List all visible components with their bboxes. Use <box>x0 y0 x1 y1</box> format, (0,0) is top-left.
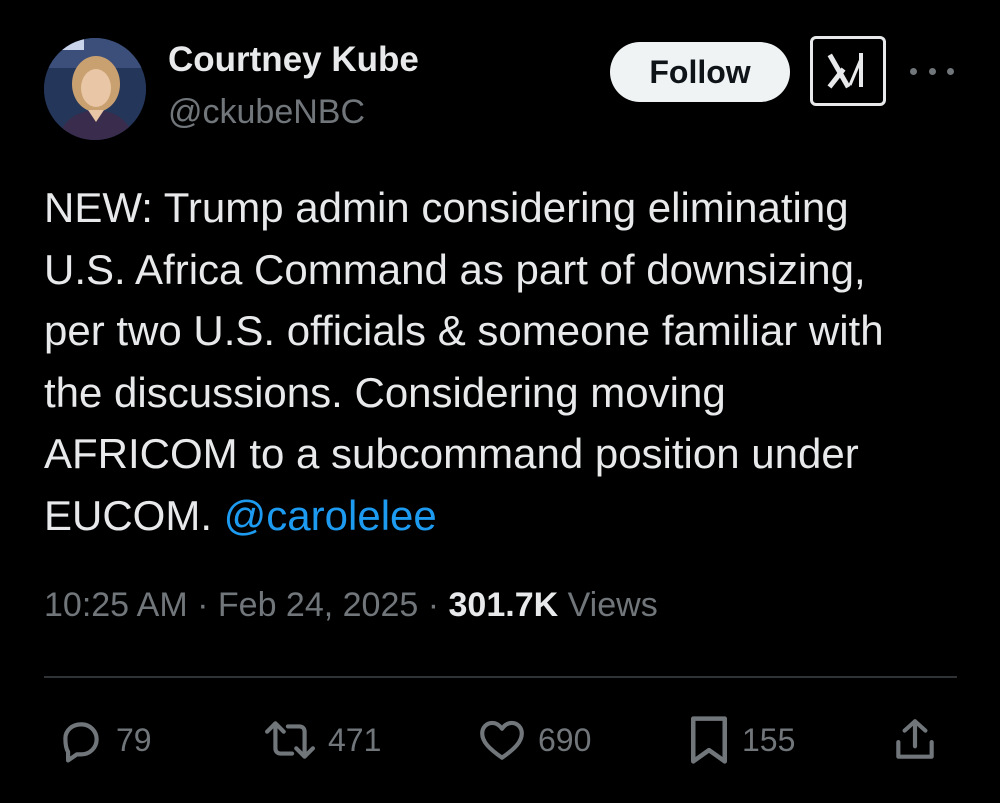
grok-icon <box>827 53 863 89</box>
author-name[interactable]: Courtney Kube <box>168 40 419 80</box>
tweet-line-last: EUCOM. @carolelee <box>44 485 974 547</box>
tweet-line: per two U.S. officials & someone familia… <box>44 307 884 354</box>
share-button[interactable] <box>890 712 940 768</box>
follow-button[interactable]: Follow <box>610 42 790 102</box>
avatar[interactable] <box>44 38 146 140</box>
meta-separator: · <box>427 586 440 624</box>
reply-icon <box>63 722 99 763</box>
tweet-line-prefix: EUCOM. <box>44 491 224 539</box>
more-icon-dot <box>928 67 936 75</box>
bookmark-button[interactable]: 155 <box>686 712 795 768</box>
tweet-line: the discussions. Considering moving <box>44 368 726 416</box>
heart-icon <box>480 720 524 760</box>
like-button[interactable]: 690 <box>476 712 591 768</box>
share-icon <box>896 719 934 759</box>
grok-button[interactable] <box>810 36 886 106</box>
views-label: Views <box>567 586 658 624</box>
more-button[interactable] <box>910 56 954 86</box>
tweet-line: AFRICOM to a subcommand position under <box>44 430 859 477</box>
tweet-meta: 10:25 AM · Feb 24, 2025 · 301.7K Views <box>44 586 658 625</box>
tweet-time[interactable]: 10:25 AM <box>44 586 188 624</box>
tweet-line: NEW: Trump admin considering eliminating <box>44 184 849 231</box>
repost-button[interactable]: 471 <box>262 712 381 768</box>
like-count: 690 <box>538 721 592 758</box>
tweet-date[interactable]: Feb 24, 2025 <box>218 586 418 624</box>
bookmark-icon <box>691 716 727 764</box>
mention-link[interactable]: @carolelee <box>224 492 437 539</box>
meta-separator: · <box>197 586 209 624</box>
bookmark-count: 155 <box>742 721 796 758</box>
tweet-line: U.S. Africa Command as part of downsizin… <box>44 245 866 293</box>
repost-icon <box>265 721 315 759</box>
divider <box>44 676 957 678</box>
reply-button[interactable]: 79 <box>56 712 152 768</box>
author-handle[interactable]: @ckubeNBC <box>168 93 365 132</box>
reply-count: 79 <box>116 721 152 758</box>
more-icon-dot <box>910 67 917 75</box>
views-count: 301.7K <box>448 586 559 624</box>
tweet-text: NEW: Trump admin considering eliminating… <box>44 177 974 546</box>
repost-count: 471 <box>328 721 382 758</box>
more-icon-dot <box>947 67 954 75</box>
